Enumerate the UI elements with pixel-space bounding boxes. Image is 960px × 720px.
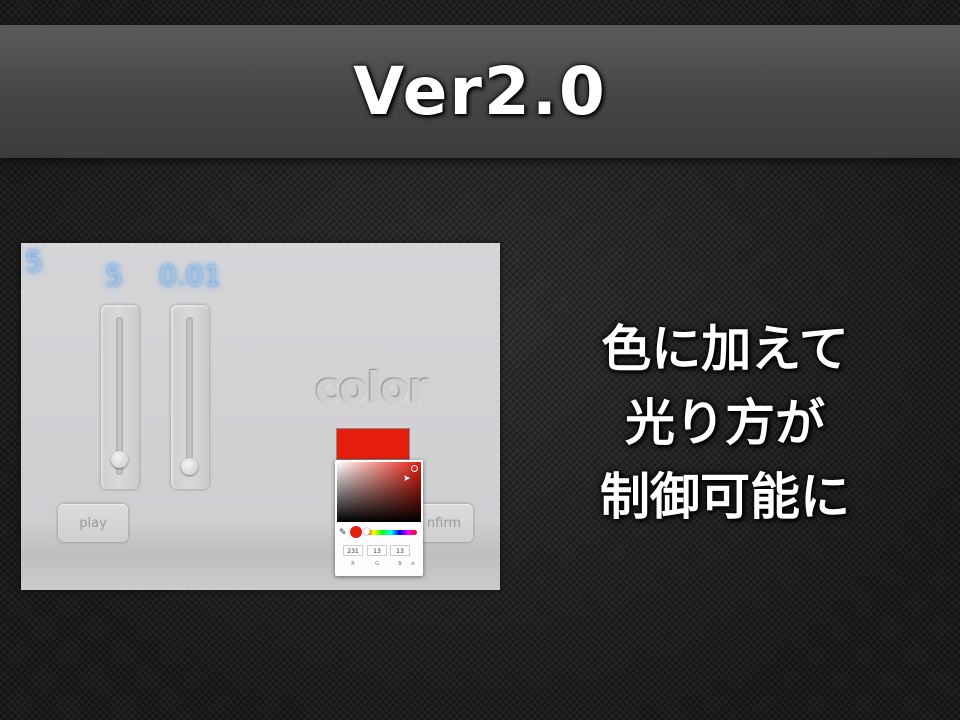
corner-value: 5	[25, 245, 43, 278]
color-swatch[interactable]	[336, 428, 410, 460]
eyedropper-icon[interactable]: ✎	[339, 528, 347, 538]
play-button[interactable]: play	[58, 504, 128, 542]
caption-line-1: 色に加えて	[601, 320, 849, 378]
red-label: R	[351, 561, 355, 567]
slider1-knob[interactable]	[111, 450, 128, 468]
green-label: G	[375, 561, 379, 567]
slider1-value: 5	[105, 259, 123, 292]
hue-knob[interactable]	[363, 528, 370, 535]
confirm-label: nfirm	[426, 515, 462, 531]
slider2-value: 0.01	[159, 259, 222, 292]
app-screenshot: 5 5 0.01 play nfirm color ✎ 231 13 13 R …	[21, 243, 500, 590]
current-color-dot	[350, 526, 362, 538]
page-title: Ver2.0	[353, 53, 607, 130]
color-label: color	[315, 363, 429, 412]
slider2-track[interactable]	[186, 317, 193, 475]
saturation-value-area[interactable]	[337, 462, 421, 522]
caption-line-2: 光り方が	[625, 394, 825, 452]
caption-line-3: 制御可能に	[600, 468, 850, 526]
slider2-knob[interactable]	[181, 458, 198, 475]
slider1-well	[101, 305, 139, 489]
hue-slider[interactable]	[365, 530, 417, 535]
blue-input[interactable]: 13	[390, 545, 410, 556]
sv-cursor[interactable]	[411, 465, 418, 472]
red-input[interactable]: 231	[343, 545, 363, 556]
mode-toggle[interactable]: ≡	[403, 561, 423, 567]
slider2-well	[171, 305, 209, 489]
green-input[interactable]: 13	[367, 545, 387, 556]
mouse-cursor-icon: ➤	[403, 474, 411, 484]
title-banner: Ver2.0	[0, 25, 960, 158]
side-caption: 色に加えて 光り方が 制御可能に	[560, 312, 890, 534]
